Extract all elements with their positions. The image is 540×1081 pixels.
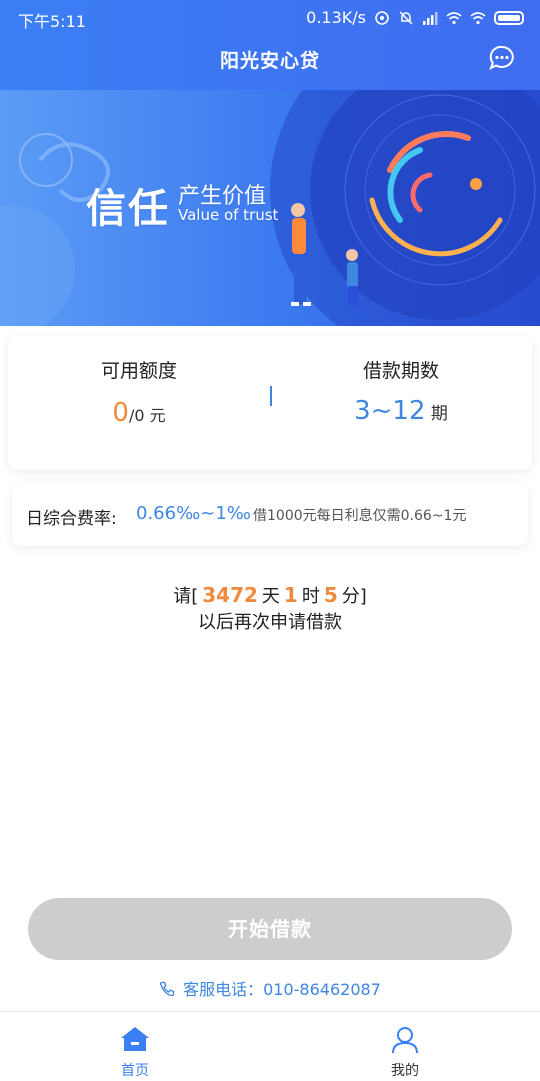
countdown-minutes-unit: 分] xyxy=(341,586,367,607)
reapply-countdown: 请[3472 天 1 时 5 分] 以后再次申请借款 xyxy=(0,582,540,636)
countdown-days: 3472 xyxy=(202,583,258,607)
hotspot-icon xyxy=(375,10,389,25)
countdown-hours: 1 xyxy=(283,583,298,607)
service-hotline[interactable]: 客服电话：010-86462087 xyxy=(0,976,540,1000)
quota-card: 可用额度 0/0 元 借款期数 3~12 期 xyxy=(8,336,532,470)
loan-periods-unit: 期 xyxy=(430,404,448,424)
banner-subtitle-en: Value of trust xyxy=(178,206,279,224)
countdown-hours-unit: 时 xyxy=(301,586,320,607)
loan-periods: 借款期数 3~12 期 xyxy=(270,336,532,470)
rate-title: 日综合费率: xyxy=(26,509,117,529)
available-quota: 可用额度 0/0 元 xyxy=(8,336,270,470)
status-icons: 0.13K/s xyxy=(306,8,524,27)
promo-banner[interactable]: 信任 产生价值 Value of trust xyxy=(0,90,540,326)
available-quota-value: 0 xyxy=(112,398,129,428)
rate-card: 日综合费率: 0.66‰~1‰ 借1000元每日利息仅需0.66~1元 xyxy=(12,484,528,546)
user-icon xyxy=(392,1027,418,1054)
nav-item-home-label: 首页 xyxy=(121,1063,149,1079)
countdown-minutes: 5 xyxy=(323,583,338,607)
app-header: 下午5:11 0.13K/s 阳光安心贷 xyxy=(0,0,540,90)
loan-periods-label: 借款期数 xyxy=(362,360,439,382)
bottom-nav: 首页 我的 xyxy=(0,1011,540,1081)
nav-item-mine[interactable]: 我的 xyxy=(335,1012,475,1081)
status-bar: 下午5:11 0.13K/s xyxy=(0,0,540,36)
wifi-icon xyxy=(470,11,486,24)
chat-icon[interactable] xyxy=(488,44,516,72)
rate-note: 借1000元每日利息仅需0.66~1元 xyxy=(253,508,467,524)
home-icon xyxy=(121,1027,149,1051)
loan-periods-value: 3~12 xyxy=(354,396,426,426)
wifi-icon xyxy=(446,11,462,24)
countdown-prefix: 请[ xyxy=(173,586,199,607)
nav-item-mine-label: 我的 xyxy=(391,1063,419,1079)
countdown-days-unit: 天 xyxy=(261,586,280,607)
status-time: 下午5:11 xyxy=(18,12,86,31)
available-quota-total: /0 元 xyxy=(128,406,166,425)
available-quota-label: 可用额度 xyxy=(100,360,177,382)
countdown-line-1: 请[3472 天 1 时 5 分] xyxy=(0,582,540,610)
start-loan-button[interactable]: 开始借款 xyxy=(28,898,512,960)
available-quota-value-row: 0/0 元 xyxy=(8,398,270,428)
battery-icon xyxy=(494,10,524,25)
page-title: 阳光安心贷 xyxy=(219,50,320,72)
mute-bell-icon xyxy=(399,10,413,25)
rate-value: 0.66‰~1‰ xyxy=(136,503,251,524)
service-hotline-text: 客服电话：010-86462087 xyxy=(183,980,381,999)
loan-periods-value-row: 3~12 期 xyxy=(270,396,532,426)
countdown-line-2: 以后再次申请借款 xyxy=(198,612,342,633)
network-speed: 0.13K/s xyxy=(306,8,366,27)
phone-icon xyxy=(159,981,175,997)
nav-item-home[interactable]: 首页 xyxy=(65,1012,205,1081)
signal-icon xyxy=(423,11,438,25)
banner-title: 信任 xyxy=(86,186,170,232)
